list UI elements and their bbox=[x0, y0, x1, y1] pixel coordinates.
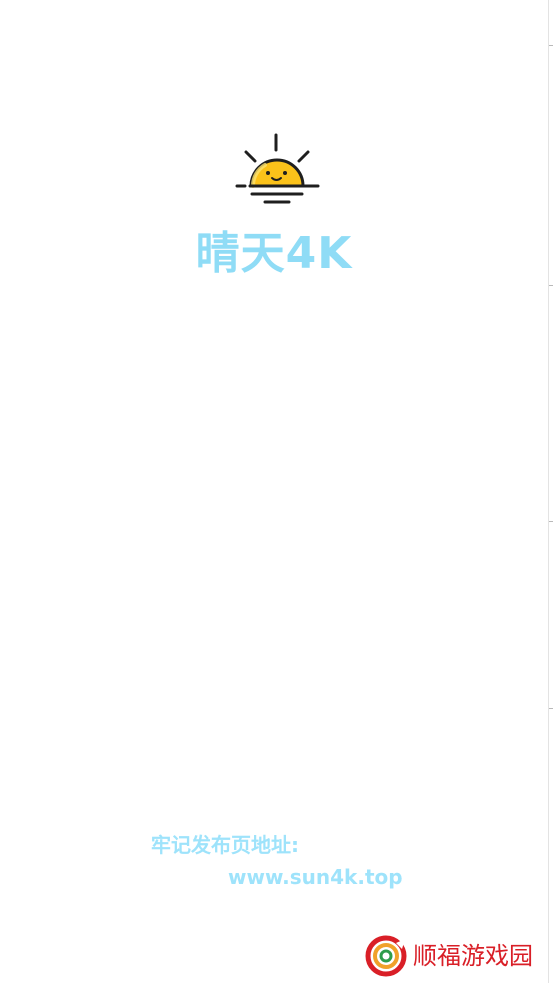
release-page-label: 牢记发布页地址: bbox=[151, 833, 299, 857]
rising-sun-icon bbox=[235, 133, 320, 204]
app-title: 晴天4K bbox=[195, 228, 353, 279]
scrollbar-mark bbox=[549, 45, 553, 46]
scrollbar-mark bbox=[549, 708, 553, 709]
splash-screen: 晴天4K 牢记发布页地址: www.sun4k.top bbox=[0, 0, 549, 983]
watermark-text: 顺福游戏园 bbox=[413, 942, 533, 970]
watermark: 顺福游戏园 bbox=[365, 934, 543, 978]
shunfu-logo-icon bbox=[365, 935, 407, 977]
scrollbar-mark bbox=[549, 285, 553, 286]
scrollbar-mark bbox=[549, 521, 553, 522]
release-page-url[interactable]: www.sun4k.top bbox=[228, 863, 403, 891]
